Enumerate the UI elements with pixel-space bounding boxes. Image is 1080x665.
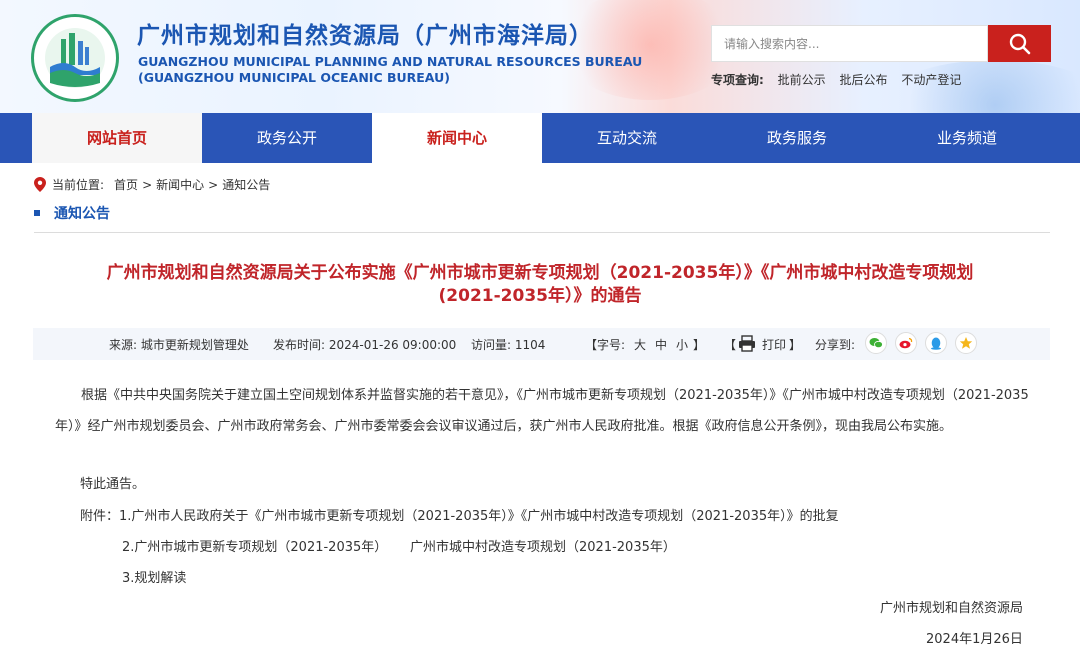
meta-source: 来源: 城市更新规划管理处 (109, 338, 249, 352)
site-title-english: GUANGZHOU MUNICIPAL PLANNING AND NATURAL… (138, 54, 643, 69)
special-query-label: 专项查询: (711, 73, 764, 87)
article-body: 根据《中共中央国务院关于建立国土空间规划体系并监督实施的若干意见》，《广州市城市… (55, 380, 1030, 442)
nav-news-center[interactable]: 新闻中心 (372, 113, 542, 163)
special-link-pre-approval[interactable]: 批前公示 (778, 73, 826, 87)
meta-visits: 访问量: 1104 (471, 338, 546, 352)
section-heading: 通知公告 (34, 203, 110, 223)
search-icon (1009, 33, 1030, 54)
share-label: 分享到: (815, 338, 856, 352)
special-query: 专项查询: 批前公示 批后公布 不动产登记 (711, 71, 971, 88)
search-button[interactable] (988, 25, 1051, 62)
qq-icon (931, 337, 941, 350)
meta-font-size-label: 【字号: (585, 338, 626, 352)
breadcrumb-label: 当前位置: (52, 178, 105, 192)
share-wechat[interactable] (865, 332, 887, 354)
font-size-medium[interactable]: 中 (655, 336, 667, 353)
attachment-3[interactable]: 3.规划解读 (122, 567, 186, 586)
section-title[interactable]: 通知公告 (54, 203, 110, 223)
font-size-large[interactable]: 大 (634, 336, 646, 353)
special-link-real-estate[interactable]: 不动产登记 (901, 73, 961, 87)
section-bullet (34, 210, 40, 216)
attachment-2b[interactable]: 广州市城中村改造专项规划（2021-2035年） (410, 536, 676, 555)
location-pin-icon (34, 177, 46, 192)
nav-gov-services[interactable]: 政务服务 (712, 113, 882, 163)
printer-icon[interactable] (738, 335, 756, 352)
nav-home[interactable]: 网站首页 (32, 113, 202, 163)
breadcrumb-current[interactable]: 通知公告 (222, 176, 270, 193)
breadcrumb-separator: > (208, 177, 219, 192)
attachment-2a[interactable]: 2.广州市城市更新专项规划（2021-2035年） (122, 536, 387, 555)
breadcrumb: 当前位置: 首页 > 新闻中心 > 通知公告 (34, 176, 274, 193)
meta-publish-time: 发布时间: 2024-01-26 09:00:00 (273, 338, 457, 352)
nav-business[interactable]: 业务频道 (882, 113, 1052, 163)
print-open-bracket: 【 (724, 338, 737, 352)
nav-interaction[interactable]: 互动交流 (542, 113, 712, 163)
signature: 广州市规划和自然资源局 (880, 601, 1024, 616)
publish-date: 2024年1月26日 (926, 632, 1023, 647)
section-divider (34, 232, 1050, 233)
search-input[interactable] (712, 26, 987, 61)
article-paragraph: 根据《中共中央国务院关于建立国土空间规划体系并监督实施的若干意见》，《广州市城市… (55, 388, 1029, 434)
article-title-line1: 广州市规划和自然资源局关于公布实施《广州市城市更新专项规划（2021-2035年… (106, 263, 974, 283)
breadcrumb-home[interactable]: 首页 (114, 176, 138, 193)
font-size-close: 】 (693, 338, 706, 352)
print-close-bracket: 】 (789, 338, 802, 352)
article-notice-end: 特此通告。 (80, 477, 146, 492)
breadcrumb-separator: > (142, 177, 153, 192)
breadcrumb-news[interactable]: 新闻中心 (156, 176, 204, 193)
bureau-logo[interactable] (31, 14, 119, 102)
share-weibo[interactable] (895, 332, 917, 354)
article-meta-bar: 来源: 城市更新规划管理处 发布时间: 2024-01-26 09:00:00 … (33, 328, 1050, 360)
site-title: 广州市规划和自然资源局（广州市海洋局） (137, 23, 593, 49)
search-box (711, 25, 988, 62)
print-button[interactable]: 打印 (762, 336, 786, 353)
site-header: 广州市规划和自然资源局（广州市海洋局） GUANGZHOU MUNICIPAL … (0, 0, 1080, 113)
wechat-icon (869, 338, 883, 349)
special-link-post-approval[interactable]: 批后公布 (839, 73, 887, 87)
main-nav: 网站首页 政务公开 新闻中心 互动交流 政务服务 业务频道 (0, 113, 1080, 163)
site-title-english-sub: (GUANGZHOU MUNICIPAL OCEANIC BUREAU) (138, 70, 450, 85)
qzone-icon (959, 337, 973, 349)
attachment-1[interactable]: 附件：1.广州市人民政府关于《广州市城市更新专项规划（2021-2035年）》《… (80, 505, 839, 524)
weibo-icon (899, 337, 913, 349)
logo-emblem-icon (36, 19, 114, 97)
nav-gov-affairs[interactable]: 政务公开 (202, 113, 372, 163)
share-qzone[interactable] (955, 332, 977, 354)
article-title-line2: (2021-2035年）》的通告 (438, 286, 642, 306)
article-title: 广州市规划和自然资源局关于公布实施《广州市城市更新专项规划（2021-2035年… (40, 262, 1040, 308)
share-qq[interactable] (925, 332, 947, 354)
font-size-small[interactable]: 小 (676, 336, 688, 353)
